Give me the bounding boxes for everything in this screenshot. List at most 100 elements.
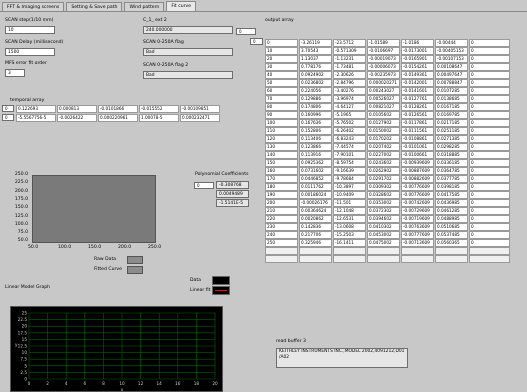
plot1-x-tick: 150.0 [88, 245, 102, 250]
output-cell: 0 [469, 207, 510, 215]
output-cell: 70 [265, 95, 298, 103]
output-cell: 0 [469, 183, 510, 191]
output-cell: 0 [469, 159, 510, 167]
plot2-y-tick: 10 [22, 350, 28, 355]
output-cell: -0.00763609 [401, 223, 434, 231]
plot2-y-tick: 15 [22, 337, 28, 342]
output-cell: -5.1965 [333, 111, 366, 119]
output-cell: -1.01589 [367, 39, 400, 47]
output-cell: 0.0353002 [367, 199, 400, 207]
output-cell-empty [435, 247, 468, 255]
output-cell: 0.778176 [299, 63, 332, 71]
output-cell: 60 [265, 87, 298, 95]
legend-fitted-swatch [127, 266, 143, 274]
output-cell: 0 [469, 55, 510, 63]
output-cell: -0.0142001 [401, 79, 434, 87]
output-cell: 0.0475002 [367, 239, 400, 247]
output-cell: 0.0453002 [367, 231, 400, 239]
output-cell-empty [367, 247, 400, 255]
plot2-x-tick: 8 [102, 381, 105, 386]
output-cell: -0.0127761 [401, 95, 434, 103]
plot1-y-tick: 225.0 [14, 180, 28, 186]
output-cell: 0.0227002 [367, 151, 400, 159]
temporal-cell: -0.00109851 [180, 105, 220, 113]
output-cell: 0.0318885 [435, 151, 468, 159]
output-cell: 0.0364785 [435, 167, 468, 175]
output-cell: -1.0186 [401, 39, 434, 47]
plot1-y-tick: 250.0 [14, 172, 28, 177]
output-row: 190 0.00186024 -10.9409 0.0328602 -0.0077660… [265, 191, 511, 199]
output-row: 0 -3.26119 -23.5712 -1.01589 -1.0186 -0.00444… [265, 39, 511, 47]
output-cell: 0.0436985 [435, 199, 468, 207]
output-row: 20 1.13037 -1.13231 -0.00019073 -0.0165901 -0… [265, 55, 511, 63]
output-cell: 0.000020271 [367, 79, 400, 87]
output-cell: 0.0170202 [367, 135, 400, 143]
output-cell: 130 [265, 143, 298, 151]
output-cell: -0.00719609 [401, 215, 434, 223]
output-row-index[interactable]: 0 [236, 28, 256, 35]
output-cell: -3.96974 [333, 95, 366, 103]
output-cell: -6.26402 [333, 127, 366, 135]
output-cell: 0 [469, 167, 510, 175]
output-cell: 150 [265, 159, 298, 167]
plot1-y-tick: 200.0 [14, 188, 28, 194]
output-row: 250 0.325946 -16.1411 0.0475002 -0.00713609 0… [265, 239, 511, 247]
scan-step-field[interactable]: 10 [5, 26, 55, 34]
output-cell: 0.224056 [299, 87, 332, 95]
c-ext-label: C_1_ ext 2 [143, 18, 167, 23]
output-row: 80 0.174806 -4.64127 0.00821027 -0.0128261 0.… [265, 103, 511, 111]
output-cell: -0.00729609 [401, 207, 434, 215]
output-cell: 0.217706 [299, 231, 332, 239]
output-cell: 0 [469, 71, 510, 79]
output-cell: 0.00186024 [299, 191, 332, 199]
temporal-cell: 0.000220961 [98, 114, 138, 122]
output-cell: -0.00887609 [401, 167, 434, 175]
output-cell: -12.1048 [333, 207, 366, 215]
output-row: 10 3.70543 -0.571309 -0.0106697 -0.0173001 -0… [265, 47, 511, 55]
fit-curve-panel: SCAN step(1/10 mm) 10 SCAN Delay (millis… [0, 11, 527, 392]
output-cell: 0.0262902 [367, 167, 400, 175]
plot1-y-tick: 175.0 [14, 196, 28, 202]
output-cell: -0.00235973 [367, 71, 400, 79]
output-cell: 40 [265, 71, 298, 79]
output-cell: -0.0173001 [401, 47, 434, 55]
plot2-y-tick: 2.5 [20, 370, 27, 375]
output-cell: -0.00742609 [401, 199, 434, 207]
scan-delay-field[interactable]: 1500 [5, 48, 55, 56]
output-cell: 0 [469, 151, 510, 159]
output-col-index[interactable]: 0 [250, 38, 263, 45]
output-row: 110 0.152806 -6.26402 0.0150002 -0.0111561 0.… [265, 127, 511, 135]
scan-step-label: SCAN step(1/10 mm) [5, 18, 54, 23]
output-cell: 0 [469, 199, 510, 207]
output-cell-empty [299, 247, 332, 255]
plot2-y-tick: 17.5 [18, 330, 28, 335]
output-cell: -9.16639 [333, 167, 366, 175]
output-cell: -6.83243 [333, 135, 366, 143]
output-cell: -0.00019073 [367, 55, 400, 63]
temporal-col-index[interactable]: 0 [2, 114, 14, 121]
mfs-order-field[interactable]: 3 [5, 69, 25, 77]
temporal-cell: -0.015552 [139, 105, 179, 113]
output-row: 200 -0.00026176 -11.501 0.0353002 -0.0074260… [265, 199, 511, 207]
output-cell: -0.00713609 [401, 239, 434, 247]
output-cell: 220 [265, 215, 298, 223]
output-row: 180 0.0111762 -10.3897 0.0309302 -0.00776609… [265, 183, 511, 191]
output-cell: 100 [265, 119, 298, 127]
plot1-y-tick: 150.0 [14, 205, 28, 211]
temporal-array-label: temporal array [10, 98, 45, 103]
output-cell: 200 [265, 199, 298, 207]
plot2-x-tick: 4 [65, 381, 68, 386]
output-cell: -3.40276 [333, 87, 366, 95]
output-cell-empty [469, 255, 510, 263]
output-cell: -13.0608 [333, 223, 366, 231]
output-cell: -0.00882609 [401, 175, 434, 183]
output-cell-empty [401, 255, 434, 263]
temporal-row-index[interactable]: 0 [2, 105, 14, 112]
output-row: 130 0.123866 -7.44574 0.0207402 -0.0101061 0.… [265, 143, 511, 151]
poly-coeff-index[interactable]: 0 [194, 182, 214, 189]
output-cell: 0 [469, 127, 510, 135]
output-cell: 0.0271385 [435, 135, 468, 143]
plot1-y-tick: 100.0 [14, 221, 28, 227]
output-cell: -0.0154261 [401, 63, 434, 71]
output-cell: -3.26119 [299, 39, 332, 47]
